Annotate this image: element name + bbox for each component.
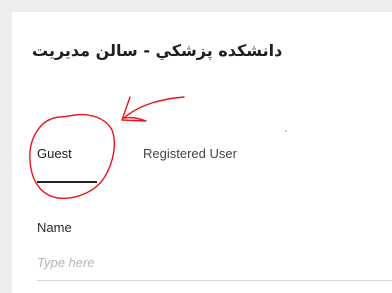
page-title: دانشكده پزشكي - سالن مديريت [32, 41, 283, 60]
active-tab-indicator [37, 181, 97, 183]
tab-guest[interactable]: Guest [37, 146, 72, 161]
tab-registered-user[interactable]: Registered User [143, 146, 237, 161]
name-input[interactable] [37, 244, 392, 281]
name-label: Name [37, 220, 72, 235]
